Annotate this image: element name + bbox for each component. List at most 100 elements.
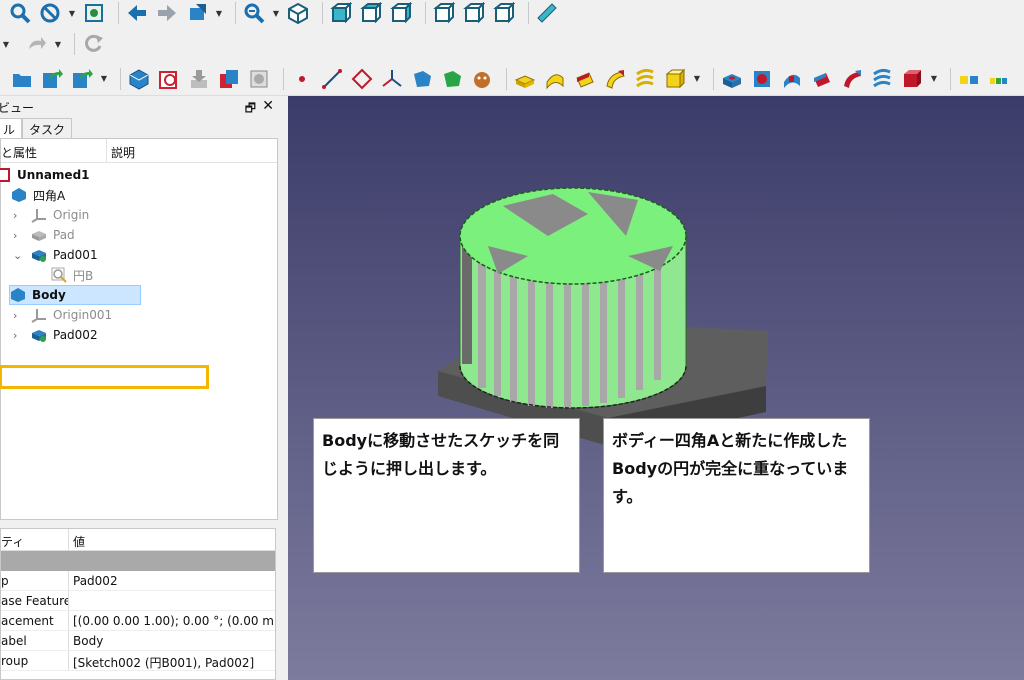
origin-icon — [31, 309, 46, 323]
property-header-name[interactable]: ティ — [1, 529, 69, 550]
view-rear-icon[interactable] — [432, 1, 456, 25]
model-tree: と属性 説明 Unnamed1 四角A › Origin › Pad ⌄ Pad… — [0, 138, 278, 520]
view-left-icon[interactable] — [492, 1, 516, 25]
chevron-down-icon[interactable]: ▼ — [693, 67, 701, 91]
helix-icon[interactable] — [633, 67, 657, 91]
tree-item-origin[interactable]: › Origin — [13, 205, 89, 225]
pocket-icon[interactable] — [720, 67, 744, 91]
chevron-down-icon[interactable]: ▼ — [215, 1, 223, 25]
chevron-down-icon[interactable]: ▼ — [68, 1, 76, 25]
tree-item-body[interactable]: Body — [9, 285, 141, 305]
tree-item-pad002[interactable]: › Pad002 — [13, 325, 98, 345]
clone-icon[interactable] — [217, 67, 241, 91]
chevron-down-icon[interactable]: ▼ — [930, 67, 938, 91]
chevron-right-icon[interactable]: › — [13, 309, 25, 322]
point-icon[interactable] — [290, 67, 314, 91]
hole-icon[interactable] — [750, 67, 774, 91]
measure-icon[interactable] — [535, 1, 559, 25]
property-header-value[interactable]: 値 — [69, 529, 85, 550]
zoom-fit-icon[interactable] — [8, 1, 32, 25]
nav-pick-icon[interactable] — [185, 1, 209, 25]
3d-scene[interactable] — [288, 96, 1024, 680]
pad-icon[interactable] — [513, 67, 537, 91]
import-icon[interactable] — [187, 67, 211, 91]
view-top-icon[interactable] — [359, 1, 383, 25]
redo-icon[interactable] — [24, 32, 48, 56]
chevron-right-icon[interactable]: › — [13, 209, 25, 222]
macro-record-icon[interactable] — [70, 67, 94, 91]
mirror-icon[interactable] — [957, 67, 981, 91]
tab-model[interactable]: ル — [0, 118, 23, 138]
loft-icon[interactable] — [573, 67, 597, 91]
tab-tasks[interactable]: タスク — [22, 118, 73, 138]
macro-execute-icon[interactable] — [40, 67, 64, 91]
nav-back-icon[interactable] — [125, 1, 149, 25]
tree-item-label: Origin001 — [53, 308, 113, 322]
document-icon — [0, 168, 10, 182]
zoom-icon[interactable] — [242, 1, 266, 25]
subtractive-loft-icon[interactable] — [810, 67, 834, 91]
view-iso-icon[interactable] — [286, 1, 310, 25]
tree-item-origin001[interactable]: › Origin001 — [13, 305, 112, 325]
property-value[interactable]: Pad002 — [69, 571, 275, 590]
open-file-icon[interactable] — [10, 67, 34, 91]
chevron-down-icon[interactable]: ▼ — [54, 32, 62, 56]
tree-header-description[interactable]: 説明 — [107, 139, 135, 162]
tree-header-labels[interactable]: と属性 — [1, 139, 107, 162]
sub-shape-binder-icon[interactable] — [440, 67, 464, 91]
origin-icon — [31, 209, 46, 223]
toolbar-separator — [322, 2, 323, 24]
toolbar-separator — [713, 67, 714, 90]
tree-item-sketch[interactable]: 円B — [51, 265, 93, 285]
groove-icon[interactable] — [780, 67, 804, 91]
create-sketch-icon[interactable] — [157, 67, 181, 91]
create-body-icon[interactable] — [127, 67, 151, 91]
3d-viewport[interactable]: Bodyに移動させたスケッチを同じように押し出します。 ボディー四角Aと新たに作… — [288, 96, 1024, 680]
refresh-icon[interactable] — [81, 32, 105, 56]
chevron-down-icon[interactable]: ▼ — [2, 32, 10, 56]
property-value[interactable]: [Sketch002 (円B001), Pad002] — [69, 651, 275, 670]
chevron-down-icon[interactable]: ▼ — [272, 1, 280, 25]
subtractive-pipe-icon[interactable] — [840, 67, 864, 91]
chevron-down-icon[interactable]: ⌄ — [13, 249, 25, 262]
property-value[interactable] — [69, 591, 275, 610]
property-row[interactable]: roup [Sketch002 (円B001), Pad002] — [1, 651, 275, 671]
subtractive-primitive-icon[interactable] — [900, 67, 924, 91]
tree-item-body-a[interactable]: 四角A — [11, 185, 65, 205]
property-row[interactable]: acement [(0.00 0.00 1.00); 0.00 °; (0.00 … — [1, 611, 275, 631]
chevron-down-icon[interactable]: ▼ — [100, 67, 108, 91]
linear-pattern-icon[interactable] — [987, 67, 1011, 91]
view-front-icon[interactable] — [329, 1, 353, 25]
revolve-icon[interactable] — [543, 67, 567, 91]
property-group[interactable] — [1, 551, 275, 571]
nav-forward-icon[interactable] — [155, 1, 179, 25]
plane-icon[interactable] — [350, 67, 374, 91]
chevron-right-icon[interactable]: › — [13, 329, 25, 342]
view-right-icon[interactable] — [389, 1, 413, 25]
line-icon[interactable] — [320, 67, 344, 91]
pipe-icon[interactable] — [603, 67, 627, 91]
property-row[interactable]: abel Body — [1, 631, 275, 651]
close-icon[interactable]: ✕ — [262, 98, 274, 114]
shape-binder-icon[interactable] — [410, 67, 434, 91]
property-row[interactable]: ase Feature — [1, 591, 275, 611]
float-icon[interactable]: 🗗 — [245, 99, 256, 120]
tree-item-pad001[interactable]: ⌄ Pad001 — [13, 245, 98, 265]
chevron-right-icon[interactable]: › — [13, 229, 25, 242]
view-bottom-icon[interactable] — [462, 1, 486, 25]
lcs-icon[interactable] — [380, 67, 404, 91]
property-value[interactable]: Body — [69, 631, 275, 650]
subtractive-helix-icon[interactable] — [870, 67, 894, 91]
property-row[interactable]: p Pad002 — [1, 571, 275, 591]
property-value[interactable]: [(0.00 0.00 1.00); 0.00 °; (0.00 mm 0...… — [69, 611, 275, 630]
tree-item-document[interactable]: Unnamed1 — [0, 165, 90, 185]
bounding-box-icon[interactable] — [82, 1, 106, 25]
clone-icon[interactable] — [470, 67, 494, 91]
no-select-icon[interactable] — [38, 1, 62, 25]
additive-primitive-icon[interactable] — [663, 67, 687, 91]
pad-icon — [32, 250, 46, 262]
shape-binder-icon[interactable] — [247, 67, 271, 91]
toolbar-separator — [528, 2, 529, 24]
tree-item-pad[interactable]: › Pad — [13, 225, 75, 245]
panel-title: ビュー — [0, 100, 35, 115]
